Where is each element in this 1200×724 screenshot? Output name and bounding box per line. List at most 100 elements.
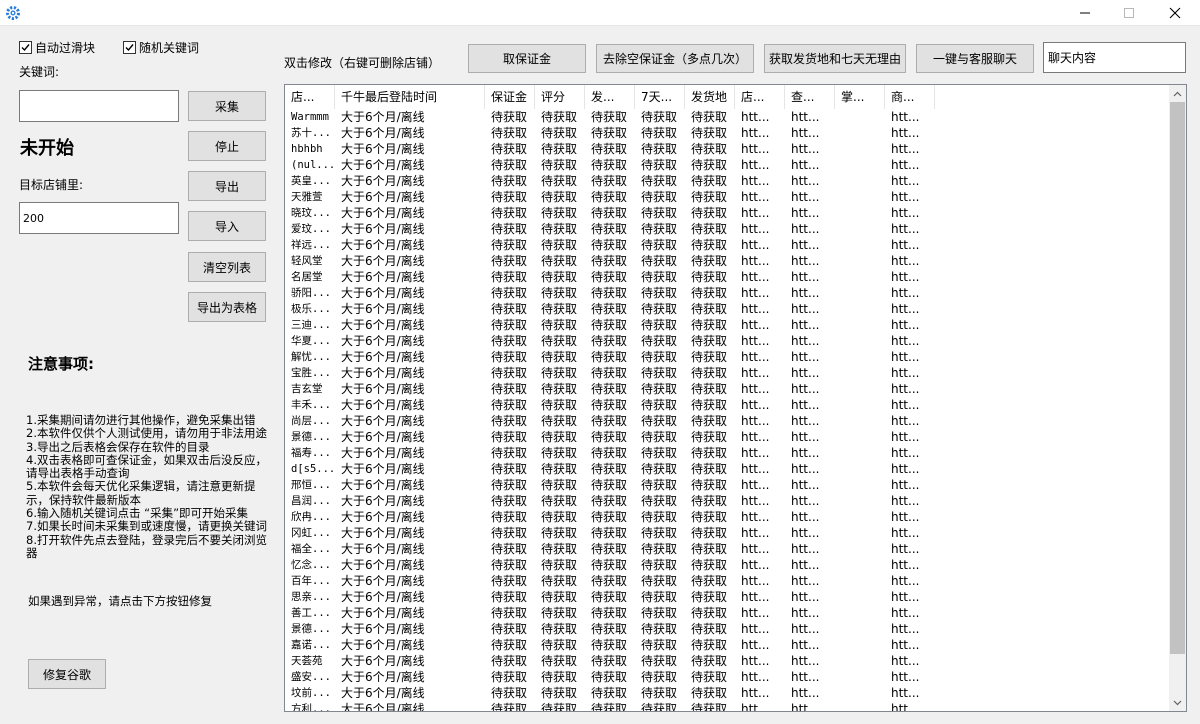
table-cell (835, 637, 885, 653)
table-row[interactable]: 昌润... 大于6个月/离线 待获取 待获取 待获取 待获取 待获取 htt... htt...… (285, 493, 1169, 509)
table-cell: 英皇... (291, 175, 331, 187)
table-row[interactable]: 景德... 大于6个月/离线 待获取 待获取 待获取 待获取 待获取 htt... htt...… (285, 621, 1169, 637)
close-button[interactable] (1152, 0, 1198, 26)
column-header[interactable]: 掌... (835, 85, 885, 109)
table-cell: 大于6个月/离线 (341, 366, 425, 380)
table-row[interactable]: (nul... 大于6个月/离线 待获取 待获取 待获取 待获取 待获取 htt... htt.… (285, 157, 1169, 173)
column-header[interactable]: 店... (285, 85, 335, 109)
table-row[interactable]: 百年... 大于6个月/离线 待获取 待获取 待获取 待获取 待获取 htt... htt...… (285, 573, 1169, 589)
table-cell: 待获取 (541, 462, 578, 476)
clear-list-button[interactable]: 清空列表 (188, 252, 266, 282)
table-cell: htt... (741, 638, 770, 652)
table-row[interactable]: 邢恒... 大于6个月/离线 待获取 待获取 待获取 待获取 待获取 htt... htt...… (285, 477, 1169, 493)
note-item: 4.双击表格即可查保证金，如果双击后没反应，请导出表格手动查询 (26, 452, 267, 481)
column-header[interactable]: 查... (785, 85, 835, 109)
table-row[interactable]: 欣冉... 大于6个月/离线 待获取 待获取 待获取 待获取 待获取 htt... htt...… (285, 509, 1169, 525)
scroll-down-button[interactable] (1169, 694, 1186, 711)
table-cell: 待获取 (591, 622, 628, 636)
table-row[interactable]: 忆念... 大于6个月/离线 待获取 待获取 待获取 待获取 待获取 htt... htt...… (285, 557, 1169, 573)
table-row[interactable]: 福寿... 大于6个月/离线 待获取 待获取 待获取 待获取 待获取 htt... htt...… (285, 445, 1169, 461)
export-table-button[interactable]: 导出为表格 (188, 292, 266, 322)
table-cell: 待获取 (491, 622, 528, 636)
table-row[interactable]: 坟前... 大于6个月/离线 待获取 待获取 待获取 待获取 待获取 htt... htt...… (285, 685, 1169, 701)
table-row[interactable]: 天雅萱 大于6个月/离线 待获取 待获取 待获取 待获取 待获取 htt... htt... ht… (285, 189, 1169, 205)
target-shops-input[interactable]: 200 (19, 202, 179, 234)
table-row[interactable]: 天荟苑 大于6个月/离线 待获取 待获取 待获取 待获取 待获取 htt... htt... ht… (285, 653, 1169, 669)
chat-content-input[interactable]: 聊天内容 (1043, 42, 1186, 73)
table-row[interactable]: 嘉诺... 大于6个月/离线 待获取 待获取 待获取 待获取 待获取 htt... htt...… (285, 637, 1169, 653)
table-row[interactable]: 冈虹... 大于6个月/离线 待获取 待获取 待获取 待获取 待获取 htt... htt...… (285, 525, 1169, 541)
checkbox-box[interactable] (19, 41, 32, 54)
column-header[interactable]: 评分 (535, 85, 585, 109)
table-row[interactable]: 苏十... 大于6个月/离线 待获取 待获取 待获取 待获取 待获取 htt... htt...… (285, 125, 1169, 141)
get-origin-button[interactable]: 获取发货地和七天无理由 (764, 44, 906, 73)
table-row[interactable]: 爱玟... 大于6个月/离线 待获取 待获取 待获取 待获取 待获取 htt... htt...… (285, 221, 1169, 237)
table-row[interactable]: 骄阳... 大于6个月/离线 待获取 待获取 待获取 待获取 待获取 htt... htt...… (285, 285, 1169, 301)
table-cell: 大于6个月/离线 (341, 542, 425, 556)
table-row[interactable]: 祥远... 大于6个月/离线 待获取 待获取 待获取 待获取 待获取 htt... htt...… (285, 237, 1169, 253)
table-cell: htt... (891, 366, 920, 380)
table-row[interactable]: 善工... 大于6个月/离线 待获取 待获取 待获取 待获取 待获取 htt... htt...… (285, 605, 1169, 621)
table-cell: 大于6个月/离线 (341, 638, 425, 652)
table-cell: htt... (791, 462, 820, 476)
table-row[interactable]: 华夏... 大于6个月/离线 待获取 待获取 待获取 待获取 待获取 htt... htt...… (285, 333, 1169, 349)
collect-button[interactable]: 采集 (188, 91, 266, 121)
table-row[interactable]: 盛安... 大于6个月/离线 待获取 待获取 待获取 待获取 待获取 htt... htt...… (285, 669, 1169, 685)
vertical-scrollbar[interactable] (1169, 85, 1186, 711)
table-row[interactable]: 极乐... 大于6个月/离线 待获取 待获取 待获取 待获取 待获取 htt... htt...… (285, 301, 1169, 317)
auto-slider-checkbox[interactable]: 自动过滑块 (19, 39, 95, 56)
table-cell: 待获取 (541, 670, 578, 684)
table-cell: 待获取 (641, 126, 678, 140)
scrollbar-thumb[interactable] (1170, 102, 1185, 654)
table-cell: htt... (791, 206, 820, 220)
column-header[interactable]: 保证金 (485, 85, 535, 109)
table-row[interactable]: d[s5... 大于6个月/离线 待获取 待获取 待获取 待获取 待获取 htt... htt.… (285, 461, 1169, 477)
table-row[interactable]: 轻风堂 大于6个月/离线 待获取 待获取 待获取 待获取 待获取 htt... htt... ht… (285, 253, 1169, 269)
table-row[interactable]: 福全... 大于6个月/离线 待获取 待获取 待获取 待获取 待获取 htt... htt...… (285, 541, 1169, 557)
table-cell: 待获取 (641, 606, 678, 620)
checkbox-box[interactable] (123, 41, 136, 54)
table-row[interactable]: 景德... 大于6个月/离线 待获取 待获取 待获取 待获取 待获取 htt... htt...… (285, 429, 1169, 445)
table-row[interactable]: 解忧... 大于6个月/离线 待获取 待获取 待获取 待获取 待获取 htt... htt...… (285, 349, 1169, 365)
table-row[interactable]: 尚层... 大于6个月/离线 待获取 待获取 待获取 待获取 待获取 htt... htt...… (285, 413, 1169, 429)
column-header[interactable]: 7天... (635, 85, 685, 109)
table-row[interactable]: Warmmm 大于6个月/离线 待获取 待获取 待获取 待获取 待获取 htt... htt..… (285, 109, 1169, 125)
remove-empty-deposit-button[interactable]: 去除空保证金（多点几次） (596, 44, 754, 73)
column-header[interactable]: 发货地 (685, 85, 735, 109)
table-cell: 待获取 (591, 126, 628, 140)
random-keyword-checkbox[interactable]: 随机关键词 (123, 39, 199, 56)
table-cell: 待获取 (591, 142, 628, 156)
column-header[interactable]: 商... (885, 85, 935, 109)
table-row[interactable]: hbhbh 大于6个月/离线 待获取 待获取 待获取 待获取 待获取 htt... htt...… (285, 141, 1169, 157)
column-header[interactable]: 发... (585, 85, 635, 109)
chat-service-button[interactable]: 一键与客服聊天 (916, 44, 1034, 73)
fix-chrome-button[interactable]: 修复谷歌 (28, 659, 106, 689)
column-header[interactable]: 千牛最后登陆时间 (335, 85, 485, 109)
table-cell: 待获取 (641, 350, 678, 364)
keyword-input[interactable] (19, 90, 179, 122)
table-cell: htt... (791, 126, 820, 140)
import-button[interactable]: 导入 (188, 211, 266, 241)
table-row[interactable]: 方利... 大于6个月/离线 待获取 待获取 待获取 待获取 待获取 htt... htt...… (285, 701, 1169, 711)
table-row[interactable]: 宝胜... 大于6个月/离线 待获取 待获取 待获取 待获取 待获取 htt... htt...… (285, 365, 1169, 381)
shop-table[interactable]: 店... 千牛最后登陆时间 保证金 评分 发... 7天... 发货地 店... 查... 掌..… (284, 84, 1187, 712)
table-cell: 待获取 (491, 558, 528, 572)
table-cell: 待获取 (541, 622, 578, 636)
table-cell: htt... (791, 542, 820, 556)
table-row[interactable]: 英皇... 大于6个月/离线 待获取 待获取 待获取 待获取 待获取 htt... htt...… (285, 173, 1169, 189)
table-row[interactable]: 三迪... 大于6个月/离线 待获取 待获取 待获取 待获取 待获取 htt... htt...… (285, 317, 1169, 333)
table-cell: 待获取 (591, 302, 628, 316)
maximize-button[interactable] (1106, 0, 1152, 26)
minimize-button[interactable] (1062, 0, 1108, 26)
column-header[interactable]: 店... (735, 85, 785, 109)
table-row[interactable]: 丰禾... 大于6个月/离线 待获取 待获取 待获取 待获取 待获取 htt... htt...… (285, 397, 1169, 413)
table-row[interactable]: 思亲... 大于6个月/离线 待获取 待获取 待获取 待获取 待获取 htt... htt...… (285, 589, 1169, 605)
table-row[interactable]: 名居堂 大于6个月/离线 待获取 待获取 待获取 待获取 待获取 htt... htt... ht… (285, 269, 1169, 285)
table-row[interactable]: 吉玄堂 大于6个月/离线 待获取 待获取 待获取 待获取 待获取 htt... htt... ht… (285, 381, 1169, 397)
stop-button[interactable]: 停止 (188, 131, 266, 161)
export-button[interactable]: 导出 (188, 171, 266, 201)
scroll-up-button[interactable] (1169, 85, 1186, 102)
table-cell: 待获取 (491, 366, 528, 380)
get-deposit-button[interactable]: 取保证金 (468, 44, 586, 73)
table-row[interactable]: 晓玟... 大于6个月/离线 待获取 待获取 待获取 待获取 待获取 htt... htt...… (285, 205, 1169, 221)
